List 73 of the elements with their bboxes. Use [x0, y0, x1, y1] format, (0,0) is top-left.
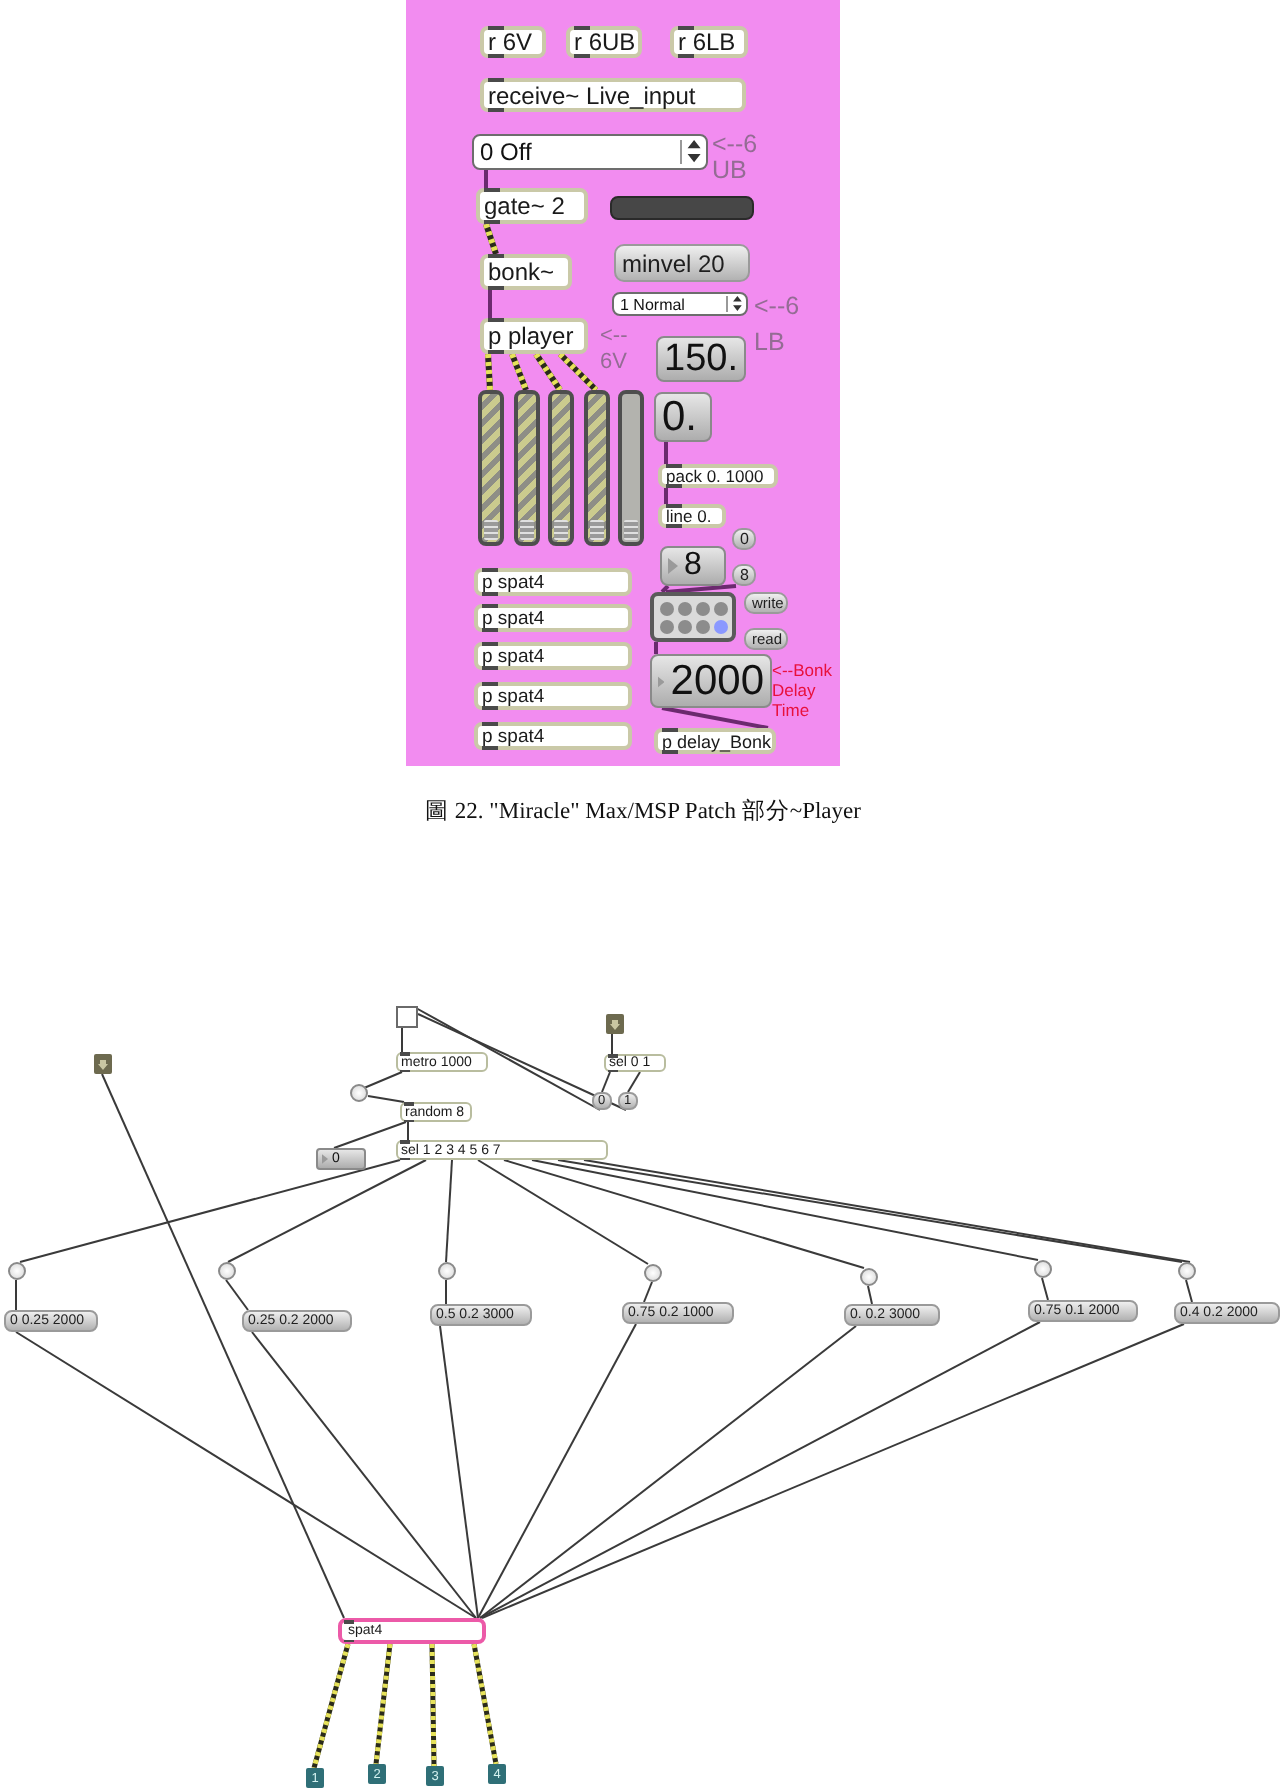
inlet-icon [94, 1054, 112, 1074]
patch-cord [643, 1281, 653, 1303]
patch-cord [445, 1159, 453, 1263]
preset-slot[interactable] [659, 601, 673, 615]
patch-cord [1041, 1277, 1049, 1301]
stepper-icon [679, 140, 702, 164]
signal-cord [373, 1643, 393, 1765]
number-field[interactable]: 150. [656, 336, 746, 382]
message-button[interactable]: 8 [732, 564, 756, 586]
object-box: p spat4 [474, 642, 632, 670]
toggle-checkbox[interactable] [396, 1006, 418, 1028]
triangle-icon [658, 673, 665, 689]
patch-cord [867, 1285, 873, 1305]
dropdown-menu[interactable]: 1 Normal [612, 292, 748, 316]
object-box: receive~ Live_input [480, 78, 746, 112]
signal-cord [483, 223, 499, 255]
patch-cord [367, 1095, 405, 1103]
preset-slot[interactable] [659, 619, 673, 633]
object-box: gate~ 2 [476, 188, 588, 224]
object-box: p spat4 [474, 682, 632, 710]
annotation-text: <--6 UB [712, 132, 760, 184]
number-field[interactable]: 2000 [650, 654, 772, 708]
number-field[interactable]: 8 [660, 546, 726, 586]
signal-cord [429, 1643, 437, 1767]
stepper-icon [725, 296, 742, 312]
slider-track[interactable] [478, 390, 504, 546]
preset-slot[interactable] [695, 601, 709, 615]
slider-thumb[interactable] [484, 520, 498, 540]
annotation-text: <--Bonk Delay Time [772, 660, 834, 720]
patch-cord [661, 706, 769, 730]
slider-track[interactable] [548, 390, 574, 546]
slider-thumb[interactable] [554, 520, 568, 540]
annotation-text: <--6 LB [754, 290, 802, 360]
signal-cord [509, 352, 529, 392]
object-box: bonk~ [480, 254, 572, 290]
patch-cord [1185, 1279, 1193, 1303]
number-field[interactable]: 0. [654, 392, 712, 442]
triangle-icon [668, 558, 678, 574]
triangle-icon [322, 1154, 328, 1164]
message-button[interactable]: 0 [732, 528, 756, 550]
object-box: p spat4 [474, 568, 632, 596]
object-box: r 6LB [670, 26, 748, 58]
signal-cord [471, 1643, 499, 1765]
object-box: line 0. [658, 504, 726, 528]
object-box: pack 0. 1000 [658, 464, 778, 488]
object-box: r 6UB [566, 26, 642, 58]
slider-track[interactable] [584, 390, 610, 546]
slider-thumb[interactable] [520, 520, 534, 540]
signal-cord [485, 353, 493, 391]
inlet-icon [606, 1014, 624, 1034]
dropdown-menu[interactable]: 0 Off [472, 134, 708, 170]
figure-caption: 圖 22. "Miracle" Max/MSP Patch 部分~Player [425, 796, 861, 825]
slider-thumb[interactable] [590, 520, 604, 540]
annotation-text: <-- 6V [600, 324, 630, 376]
bang-button[interactable] [1177, 1261, 1195, 1279]
signal-cord [533, 352, 563, 392]
patch-cord [363, 1071, 403, 1089]
object-box: p spat4 [474, 722, 632, 750]
object-box: p spat4 [474, 604, 632, 632]
object-box: p player [480, 318, 588, 354]
slider-track[interactable] [514, 390, 540, 546]
preset-slot[interactable] [677, 601, 691, 615]
meter-bar [610, 196, 754, 220]
signal-cord [311, 1643, 351, 1769]
slider-thumb[interactable] [624, 520, 638, 540]
signal-cord [557, 351, 599, 393]
message-button[interactable]: minvel 20 [614, 244, 750, 282]
object-box: r 6V [480, 26, 546, 58]
preset-slot[interactable] [677, 619, 691, 633]
preset-slot[interactable] [713, 601, 727, 615]
preset-slot[interactable] [713, 619, 727, 633]
preset-slot[interactable] [695, 619, 709, 633]
slider-track[interactable] [618, 390, 644, 546]
